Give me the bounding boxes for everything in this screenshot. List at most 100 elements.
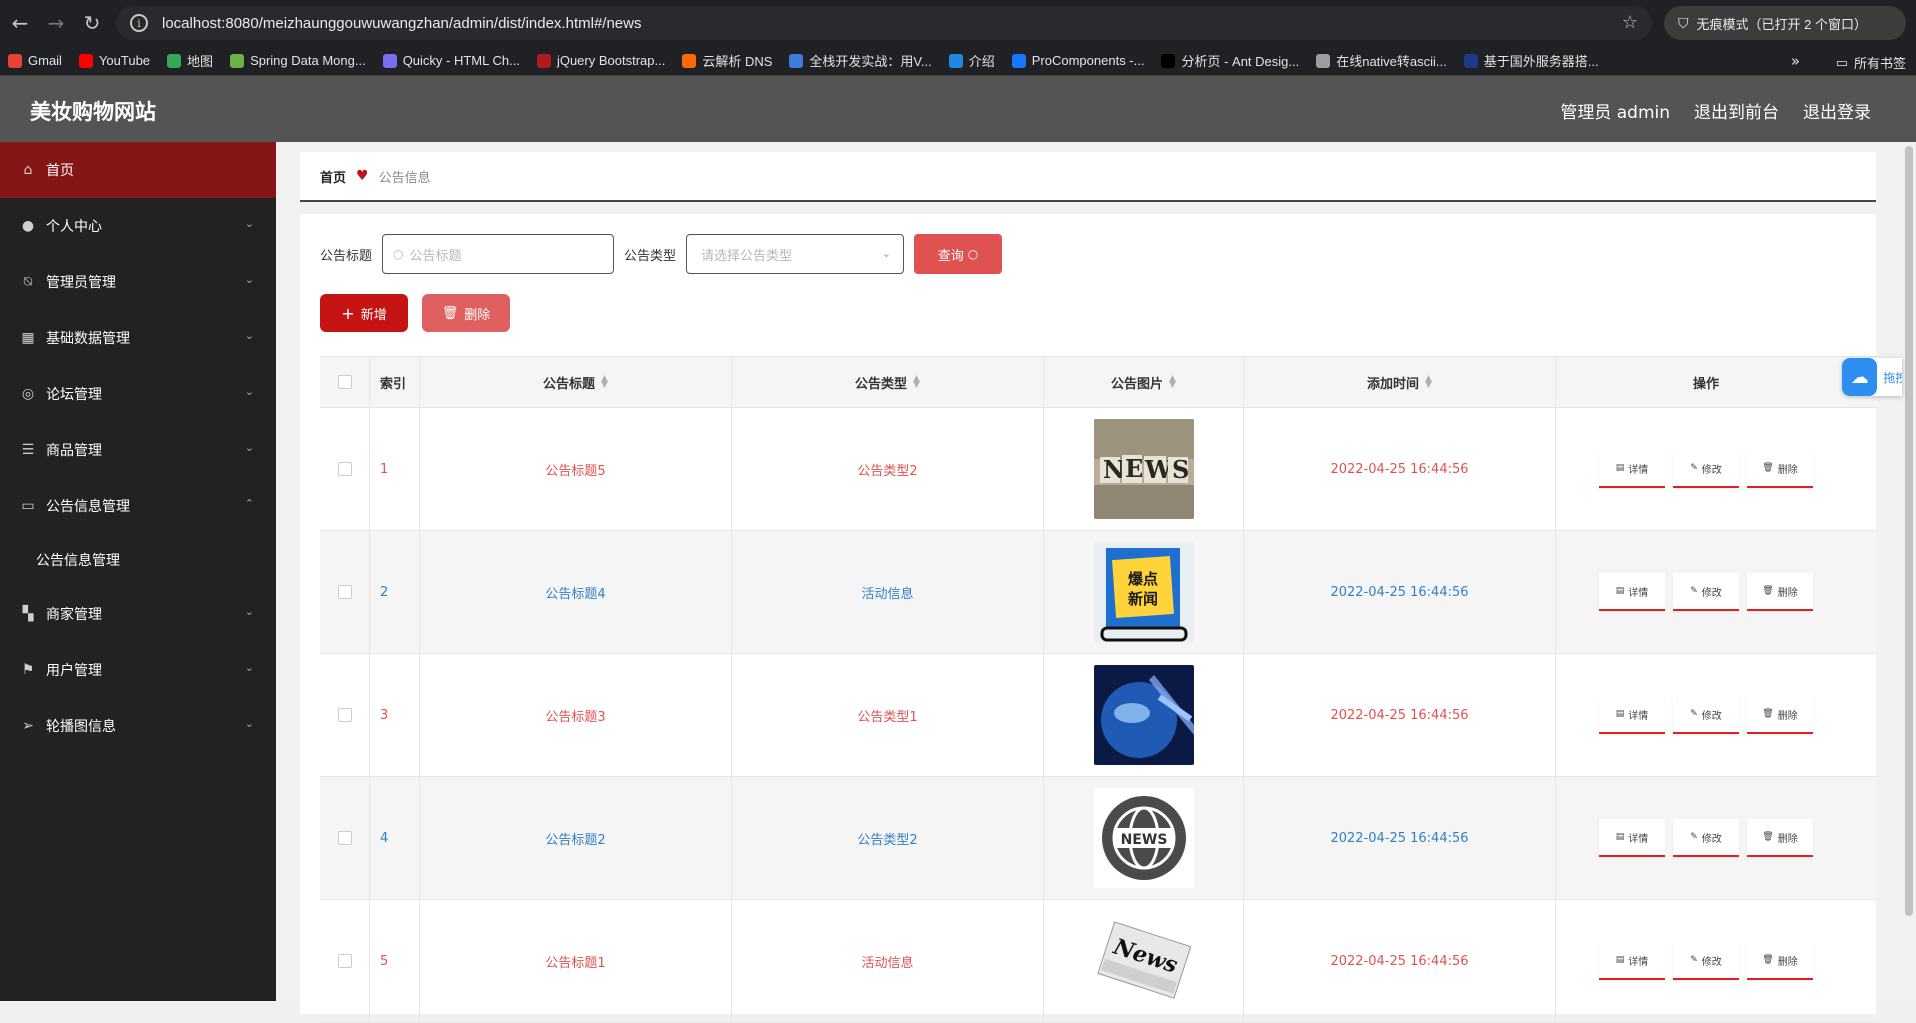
url-text[interactable]: localhost:8080/meizhaunggouwuwangzhan/ad… <box>162 15 641 32</box>
exit-to-front-link[interactable]: 退出到前台 <box>1694 98 1779 123</box>
sidebar-item[interactable]: ☰ 商品管理 ⌄ <box>0 422 276 478</box>
op-label: 修改 <box>1701 956 1722 968</box>
col-type[interactable]: 公告类型 ▲ ▼ <box>732 357 1044 407</box>
bookmark-favicon-icon <box>948 53 963 68</box>
sidebar-item[interactable]: ⚑ 用户管理 ⌄ <box>0 642 276 698</box>
bookmark-item[interactable]: Gmail <box>8 53 62 68</box>
table-row[interactable]: 3 公告标题3 公告类型1 2022-04-25 16:44:56 ▤ 详情 ✎ 修改 🗑 删除 <box>320 654 1877 777</box>
detail-button[interactable]: ▤ 详情 <box>1599 819 1665 857</box>
row-select-cell <box>320 654 370 776</box>
row-image-cell <box>1044 654 1244 776</box>
detail-button[interactable]: ▤ 详情 <box>1599 696 1665 734</box>
table-row[interactable]: 1 公告标题5 公告类型2 N E W S 2022-04-25 16:44:56 ▤ 详情 ✎ 修改… <box>320 408 1877 531</box>
op-label: 删除 <box>1777 464 1798 476</box>
page-scrollbar[interactable] <box>1902 142 1916 1001</box>
edit-button[interactable]: ✎ 修改 <box>1673 573 1739 611</box>
bookmark-item[interactable]: 介绍 <box>948 51 995 70</box>
table-row[interactable]: 4 公告标题2 公告类型2 NEWS 2022-04-25 16:44:56 ▤ 详情 ✎ 修改… <box>320 777 1877 900</box>
news-thumbnail[interactable]: 爆点 新闻 <box>1093 542 1194 642</box>
bookmark-item[interactable]: Quicky - HTML Ch... <box>382 53 520 68</box>
forward-icon[interactable]: → <box>40 7 72 39</box>
bookmark-item[interactable]: YouTube <box>78 53 150 68</box>
col-time[interactable]: 添加时间 ▲ ▼ <box>1244 357 1556 407</box>
sidebar-item[interactable]: ▦ 基础数据管理 ⌄ <box>0 310 276 366</box>
row-checkbox[interactable] <box>337 708 352 722</box>
select-all-checkbox[interactable] <box>337 375 352 389</box>
bookmark-star-icon[interactable]: ☆ <box>1622 12 1638 33</box>
row-type: 活动信息 <box>732 900 1044 1022</box>
query-button[interactable]: 查询 ○ <box>914 234 1003 274</box>
sort-icon[interactable]: ▲ ▼ <box>1425 375 1432 390</box>
bookmark-item[interactable]: 全栈开发实战：用V... <box>789 51 932 70</box>
news-thumbnail[interactable] <box>1093 665 1194 765</box>
delete-row-button[interactable]: 🗑 删除 <box>1747 696 1813 734</box>
row-select-cell <box>320 531 370 653</box>
sidebar-item[interactable]: ▭ 公告信息管理 ⌃ <box>0 478 276 534</box>
bookmark-item[interactable]: 地图 <box>167 51 213 70</box>
delete-row-button[interactable]: 🗑 删除 <box>1747 942 1813 980</box>
admin-user-link[interactable]: 管理员 admin <box>1560 98 1670 123</box>
type-select[interactable]: 请选择公告类型 ⌄ <box>686 234 905 274</box>
bookmark-item[interactable]: 基于国外服务器搭... <box>1463 51 1599 70</box>
bookmark-item[interactable]: ProComponents -... <box>1011 53 1144 68</box>
sidebar-item[interactable]: ⍉ 管理员管理 ⌄ <box>0 254 276 310</box>
news-thumbnail[interactable]: News <box>1093 911 1194 1011</box>
col-image[interactable]: 公告图片 ▲ ▼ <box>1044 357 1244 407</box>
col-title[interactable]: 公告标题 ▲ ▼ <box>420 357 732 407</box>
reload-icon[interactable]: ↻ <box>76 7 108 39</box>
row-time: 2022-04-25 16:44:56 <box>1244 654 1556 776</box>
bookmark-item[interactable]: 云解析 DNS <box>682 51 772 70</box>
add-button[interactable]: + 新增 <box>320 294 408 332</box>
floating-widget[interactable]: ☁ 拖拽 <box>1842 358 1902 396</box>
title-search-input[interactable]: ○ 公告标题 <box>382 234 615 274</box>
op-label: 详情 <box>1628 587 1649 599</box>
browser-toolbar: ← → ↻ i localhost:8080/meizhaunggouwuwan… <box>0 0 1916 46</box>
bookmarks-more-button[interactable]: » <box>1791 52 1800 70</box>
message-icon: ▭ <box>21 498 35 514</box>
address-bar[interactable]: i localhost:8080/meizhaunggouwuwangzhan/… <box>116 6 1652 40</box>
detail-button[interactable]: ▤ 详情 <box>1599 450 1665 488</box>
scrollbar-thumb[interactable] <box>1905 146 1913 916</box>
logout-link[interactable]: 退出登录 <box>1803 98 1871 123</box>
bookmark-favicon-icon <box>1011 53 1026 68</box>
back-icon[interactable]: ← <box>4 7 36 39</box>
all-bookmarks-button[interactable]: ▭ 所有书签 <box>1836 53 1906 72</box>
row-time: 2022-04-25 16:44:56 <box>1244 408 1556 530</box>
bookmark-item[interactable]: 在线native转ascii... <box>1316 51 1447 70</box>
edit-button[interactable]: ✎ 修改 <box>1673 696 1739 734</box>
sidebar-item[interactable]: ◎ 论坛管理 ⌄ <box>0 366 276 422</box>
breadcrumb-home[interactable]: 首页 <box>320 167 346 186</box>
sidebar-item[interactable]: ➢ 轮播图信息 ⌄ <box>0 698 276 754</box>
row-checkbox[interactable] <box>337 585 352 599</box>
edit-button[interactable]: ✎ 修改 <box>1673 819 1739 857</box>
sidebar-item-label: 用户管理 <box>46 663 102 679</box>
add-label: 新增 <box>360 307 387 323</box>
sidebar-item[interactable]: ▚ 商家管理 ⌄ <box>0 586 276 642</box>
sort-icon[interactable]: ▲ ▼ <box>913 375 920 390</box>
edit-button[interactable]: ✎ 修改 <box>1673 450 1739 488</box>
news-thumbnail[interactable]: NEWS <box>1093 788 1194 888</box>
sidebar-subitem[interactable]: 公告信息管理 <box>0 534 276 586</box>
row-checkbox[interactable] <box>337 831 352 845</box>
site-info-icon[interactable]: i <box>130 14 148 32</box>
detail-button[interactable]: ▤ 详情 <box>1599 942 1665 980</box>
sort-icon[interactable]: ▲ ▼ <box>1169 375 1176 390</box>
table-row[interactable]: 2 公告标题4 活动信息 爆点 新闻 2022-04-25 16:44:56 ▤ 详情 ✎ 修改 🗑… <box>320 531 1877 654</box>
edit-button[interactable]: ✎ 修改 <box>1673 942 1739 980</box>
batch-delete-button[interactable]: 🗑 删除 <box>422 294 510 332</box>
table-row[interactable]: 5 公告标题1 活动信息 News 2022-04-25 16:44:56 ▤ 详情 ✎ 修改 🗑… <box>320 900 1877 1023</box>
bookmark-item[interactable]: Spring Data Mong... <box>230 53 366 68</box>
delete-row-button[interactable]: 🗑 删除 <box>1747 573 1813 611</box>
sort-icon[interactable]: ▲ ▼ <box>601 375 608 390</box>
row-checkbox[interactable] <box>337 954 352 968</box>
incognito-indicator[interactable]: ⛉ 无痕模式（已打开 2 个窗口） <box>1664 6 1906 40</box>
news-thumbnail[interactable]: NEWS <box>1093 419 1194 519</box>
bookmark-item[interactable]: 分析页 - Ant Desig... <box>1161 51 1299 70</box>
bookmark-item[interactable]: jQuery Bootstrap... <box>536 53 665 68</box>
row-checkbox[interactable] <box>337 462 352 476</box>
delete-row-button[interactable]: 🗑 删除 <box>1747 450 1813 488</box>
detail-button[interactable]: ▤ 详情 <box>1599 573 1665 611</box>
sidebar-item[interactable]: ⌂ 首页 <box>0 142 276 198</box>
sidebar-item[interactable]: ● 个人中心 ⌄ <box>0 198 276 254</box>
delete-row-button[interactable]: 🗑 删除 <box>1747 819 1813 857</box>
